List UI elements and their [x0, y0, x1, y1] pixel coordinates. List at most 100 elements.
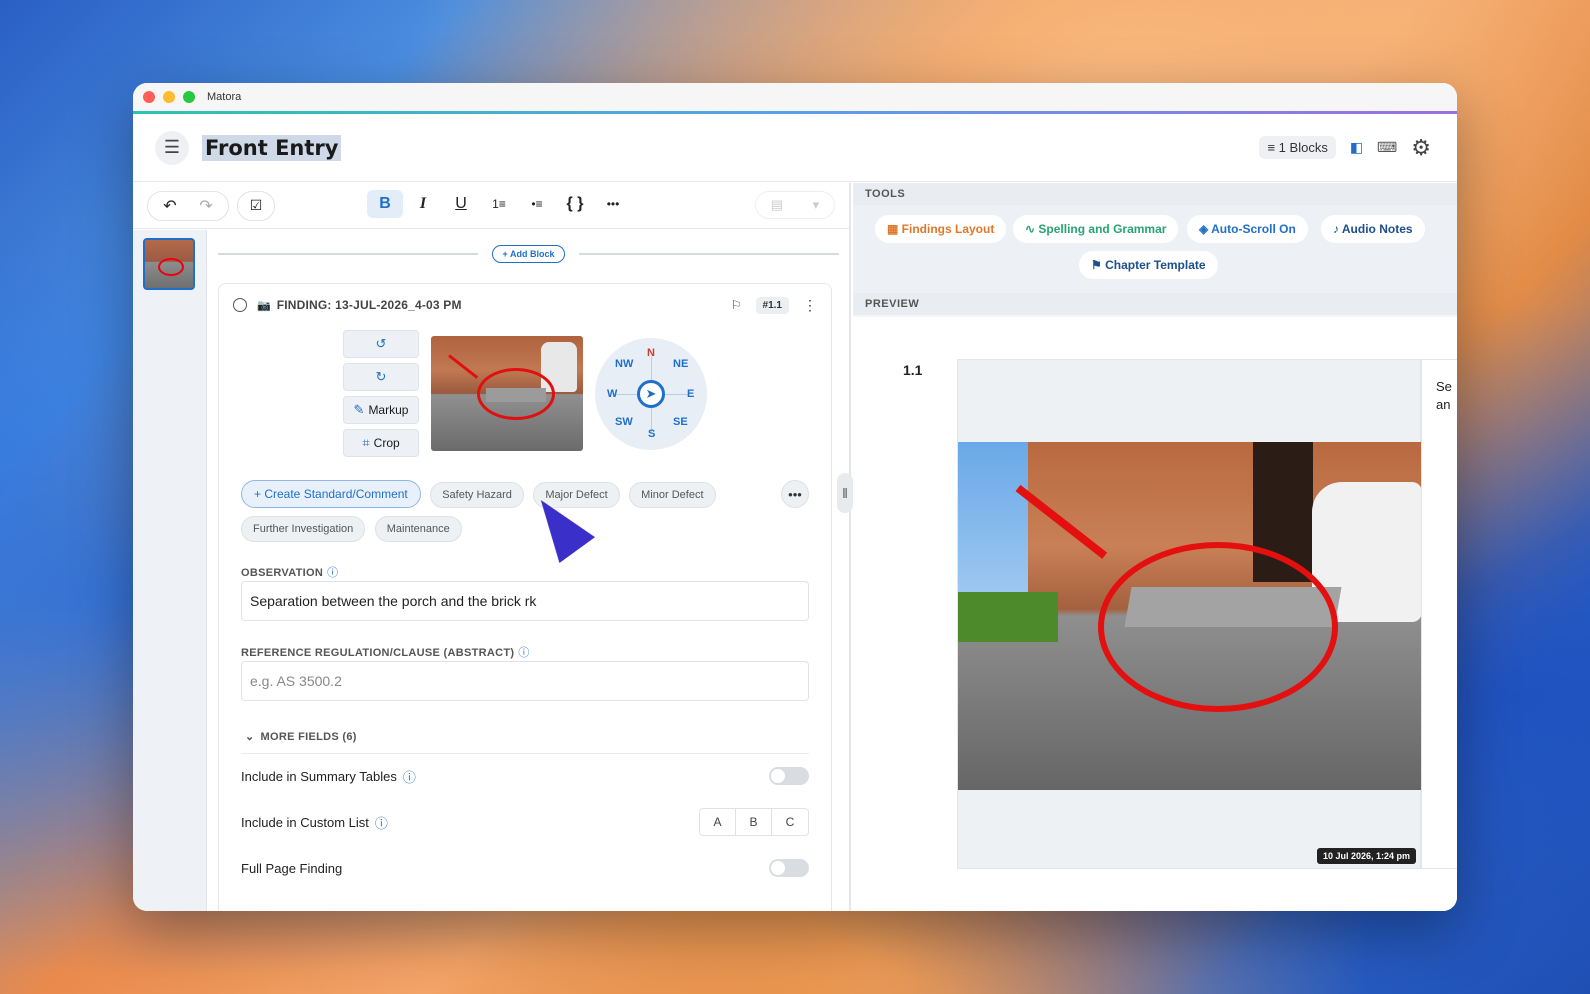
rotate-left-button[interactable]: ↺	[343, 330, 419, 358]
compass-picker[interactable]: N NE E SE S SW W NW ➤	[595, 338, 707, 450]
add-block-button[interactable]: + Add Block	[491, 245, 566, 263]
crop-icon: ⌗	[362, 435, 370, 450]
bullet-list-button[interactable]: •≡	[519, 190, 555, 218]
markup-arrow	[1015, 484, 1108, 559]
custom-option-a[interactable]: A	[700, 809, 736, 835]
keyboard-icon[interactable]: ⌨	[1377, 139, 1397, 156]
markup-ring	[477, 368, 555, 420]
spelling-label: Spelling and Grammar	[1038, 222, 1167, 236]
app-title: Matora	[207, 91, 242, 103]
compass-w[interactable]: W	[607, 388, 617, 400]
preview-area: 1.1 10 Jul 2026, 1:24 pm Se an	[853, 317, 1457, 911]
more-chips-button[interactable]: •••	[781, 480, 809, 508]
underline-button[interactable]: U	[443, 190, 479, 218]
sidebar-toggle-icon[interactable]: ◧	[1350, 139, 1363, 156]
chip-safety-hazard[interactable]: Safety Hazard	[430, 482, 524, 508]
pane-resize-handle[interactable]: ‖	[837, 473, 853, 513]
chip-maintenance[interactable]: Maintenance	[374, 516, 462, 542]
info-icon[interactable]: ⓘ	[327, 567, 338, 579]
custom-option-b[interactable]: B	[736, 809, 772, 835]
gear-icon[interactable]: ⚙	[1411, 135, 1431, 161]
compass-se[interactable]: SE	[673, 416, 688, 428]
custom-list-selector: A B C	[699, 808, 809, 836]
compass-n[interactable]: N	[647, 347, 655, 359]
minimize-window-button[interactable]	[163, 91, 175, 103]
create-standard-button[interactable]: + Create Standard/Comment	[241, 480, 421, 508]
italic-button[interactable]: I	[405, 190, 441, 218]
section-divider	[241, 753, 809, 754]
reference-input[interactable]: e.g. AS 3500.2	[241, 661, 809, 701]
crop-button[interactable]: ⌗ Crop	[343, 429, 419, 457]
flag-icon[interactable]: ⚐	[731, 298, 742, 312]
redo-button[interactable]: ↷	[188, 192, 224, 220]
camera-icon: 📷	[257, 299, 271, 312]
more-options-button[interactable]: •••	[595, 190, 631, 218]
preview-heading: PREVIEW	[853, 293, 1457, 315]
menu-button[interactable]: ☰	[155, 130, 189, 165]
include-summary-toggle[interactable]	[769, 767, 809, 785]
auto-scroll-button[interactable]: ◈ Auto-Scroll On	[1187, 215, 1308, 243]
markup-ring	[158, 258, 184, 276]
bold-button[interactable]: B	[367, 190, 403, 218]
tools-area: ▦ Findings Layout ∿ Spelling and Grammar…	[853, 205, 1457, 293]
full-page-toggle[interactable]	[769, 859, 809, 877]
compass-s[interactable]: S	[648, 428, 655, 440]
compass-needle-icon: ➤	[637, 380, 665, 408]
zoom-window-button[interactable]	[183, 91, 195, 103]
observation-input[interactable]: Separation between the porch and the bri…	[241, 581, 809, 621]
code-braces-button[interactable]: { }	[557, 190, 593, 218]
more-fields-toggle[interactable]: ⌄ MORE FIELDS (6)	[245, 730, 357, 743]
compass-ne[interactable]: NE	[673, 358, 688, 370]
undo-button[interactable]: ↶	[152, 192, 188, 220]
ordered-list-button[interactable]: 1≡	[481, 190, 517, 218]
include-summary-label: Include in Summary Tables	[241, 768, 397, 784]
block-thumbnail[interactable]	[143, 238, 195, 290]
findings-layout-button[interactable]: ▦ Findings Layout	[875, 215, 1007, 243]
preview-photo[interactable]	[958, 442, 1422, 790]
target-icon: ◈	[1199, 222, 1212, 236]
finding-title: FINDING: 13-JUL-2026_4-03 PM	[276, 298, 462, 312]
spelling-grammar-button[interactable]: ∿ Spelling and Grammar	[1013, 215, 1179, 243]
include-summary-row: Include in Summary Tables ⓘ	[241, 764, 809, 788]
preview-image-frame: 10 Jul 2026, 1:24 pm	[957, 359, 1422, 869]
info-icon[interactable]: ⓘ	[518, 647, 529, 659]
checklist-button[interactable]: ☑	[242, 192, 270, 220]
compass-nw[interactable]: NW	[615, 358, 633, 370]
include-custom-row: Include in Custom List ⓘ A B C	[241, 808, 809, 836]
pencil-icon: ✎	[353, 402, 365, 417]
observation-label-text: OBSERVATION	[241, 567, 324, 579]
chip-further-investigation[interactable]: Further Investigation	[241, 516, 366, 542]
spellcheck-icon: ∿	[1025, 222, 1039, 236]
finding-photo[interactable]	[431, 336, 583, 451]
rotate-right-icon: ↻	[375, 369, 387, 384]
markup-ring	[1098, 542, 1338, 712]
compass-e[interactable]: E	[687, 388, 694, 400]
layout-icon: ▦	[887, 222, 902, 236]
blocks-count-badge[interactable]: ≡ 1 Blocks	[1259, 136, 1336, 159]
full-page-row: Full Page Finding	[241, 856, 809, 880]
document-title[interactable]: Front Entry	[202, 134, 342, 161]
image-tools: ↺ ↻ ✎ Markup ⌗ Crop	[343, 330, 419, 462]
rotate-right-button[interactable]: ↻	[343, 363, 419, 391]
compass-sw[interactable]: SW	[615, 416, 633, 428]
markup-arrow	[448, 354, 479, 379]
kebab-menu-icon[interactable]: ⋮	[803, 297, 817, 314]
markup-button[interactable]: ✎ Markup	[343, 396, 419, 424]
info-icon[interactable]: ⓘ	[403, 767, 416, 786]
finding-select-radio[interactable]	[233, 298, 247, 312]
checklist-group: ☑	[237, 190, 275, 221]
audio-notes-button[interactable]: ♪ Audio Notes	[1321, 215, 1425, 243]
observation-label: OBSERVATION ⓘ	[241, 564, 338, 580]
info-icon[interactable]: ⓘ	[375, 813, 388, 832]
audio-notes-label: Audio Notes	[1341, 222, 1413, 236]
close-window-button[interactable]	[143, 91, 155, 103]
rotate-left-icon: ↺	[375, 336, 387, 351]
custom-option-c[interactable]: C	[772, 809, 808, 835]
thumbnail-sidebar	[133, 230, 207, 911]
crop-label: Crop	[373, 436, 400, 450]
add-block-divider-right	[579, 253, 839, 255]
chip-minor-defect[interactable]: Minor Defect	[629, 482, 716, 508]
add-block-divider-left	[218, 253, 478, 255]
chapter-template-button[interactable]: ⚑ Chapter Template	[1079, 251, 1218, 279]
block-style-dropdown[interactable]: ▤ ▾	[755, 191, 835, 219]
